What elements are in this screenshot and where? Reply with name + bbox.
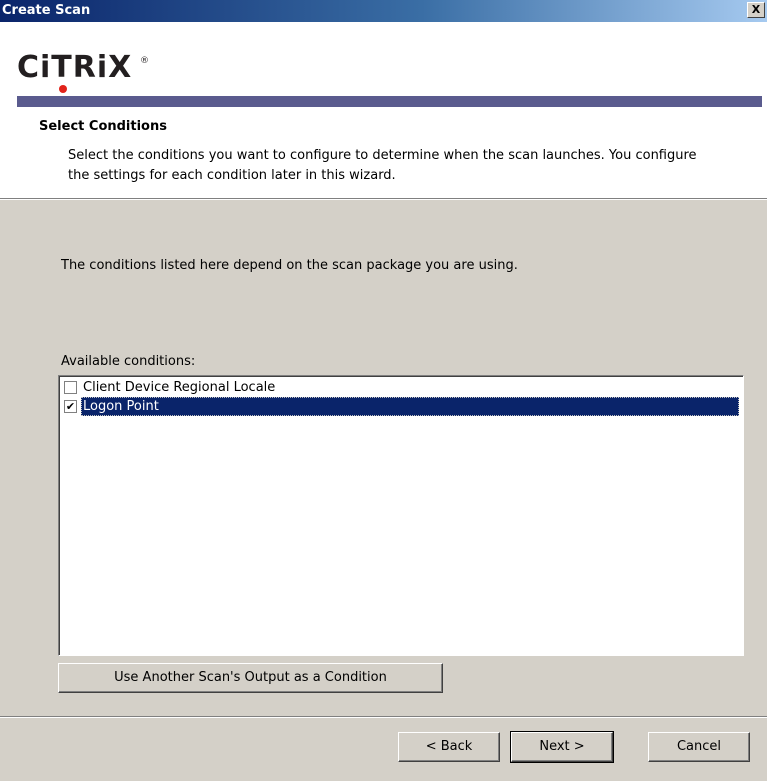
header-separator [0,198,767,200]
wizard-header: CiTRiX ® Select Conditions Select the co… [0,22,767,198]
window-title: Create Scan [2,3,91,18]
back-button[interactable]: < Back [398,732,500,762]
close-icon: X [751,3,761,16]
citrix-logo: CiTRiX [17,50,133,85]
page-description: Select the conditions you want to config… [68,148,697,183]
condition-label: Logon Point [81,397,739,416]
cancel-button[interactable]: Cancel [648,732,750,762]
create-scan-dialog: Create Scan X CiTRiX ® Select Conditions… [0,0,767,781]
condition-label: Client Device Regional Locale [83,380,276,395]
available-conditions-label: Available conditions: [61,354,196,369]
list-item[interactable]: Client Device Regional Locale [61,378,739,397]
next-button[interactable]: Next > [510,731,614,763]
list-item[interactable]: ✔ Logon Point [61,397,739,416]
header-divider-bar [17,96,762,107]
close-button[interactable]: X [747,2,765,18]
use-another-scan-output-button[interactable]: Use Another Scan's Output as a Condition [58,663,443,693]
page-title: Select Conditions [39,119,167,134]
footer-separator [0,716,767,718]
conditions-list[interactable]: Client Device Regional Locale ✔ Logon Po… [58,375,744,656]
info-text: The conditions listed here depend on the… [61,258,518,273]
condition-checkbox[interactable] [64,381,77,394]
condition-checkbox[interactable]: ✔ [64,400,77,413]
logo-dot-icon [59,85,67,93]
title-bar[interactable]: Create Scan X [0,0,767,22]
logo-trademark: ® [140,56,149,66]
